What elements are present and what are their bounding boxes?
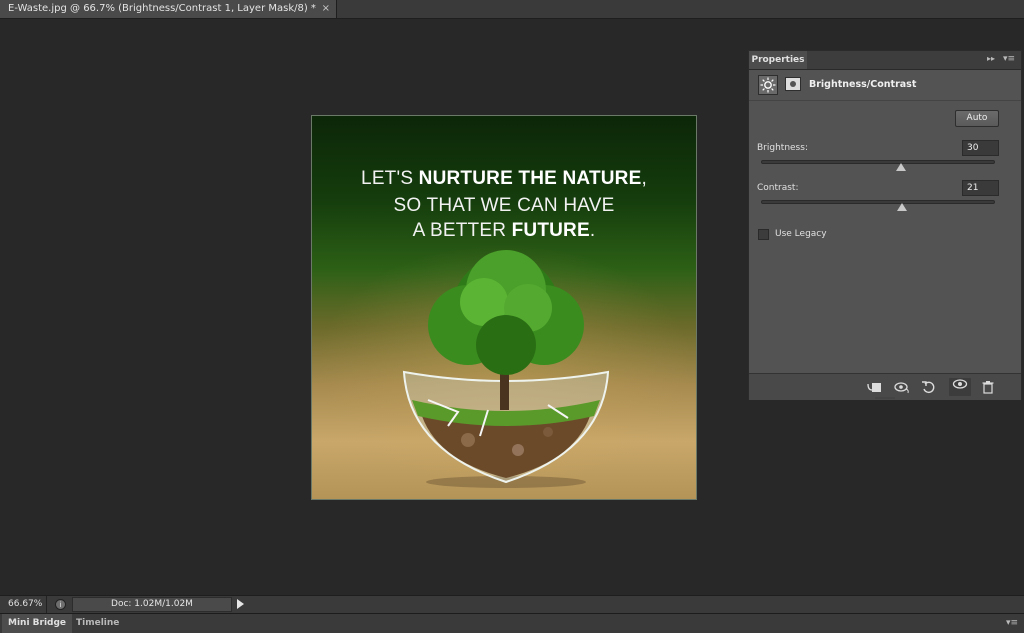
status-info-icon[interactable]: i <box>55 599 66 610</box>
headline-line-2: SO THAT WE CAN HAVE <box>393 195 615 216</box>
close-tab-icon[interactable]: × <box>322 0 330 18</box>
auto-button[interactable]: Auto <box>955 110 999 127</box>
contrast-input[interactable]: 21 <box>962 180 999 196</box>
properties-panel-header: Properties ▸▸ ▾≡ <box>749 51 1021 70</box>
collapse-panel-icon[interactable]: ▸▸ <box>987 54 995 63</box>
trash-icon[interactable] <box>980 380 996 394</box>
panel-menu-icon[interactable]: ▾≡ <box>1006 618 1018 628</box>
use-legacy-checkbox[interactable] <box>758 229 769 240</box>
use-legacy-label: Use Legacy <box>775 229 827 239</box>
document-tab-title: E-Waste.jpg @ 66.7% (Brightness/Contrast… <box>8 3 316 14</box>
status-bar: 66.67% i Doc: 1.02M/1.02M <box>0 595 1024 613</box>
status-menu-arrow-icon[interactable] <box>237 599 244 609</box>
panel-menu-icon[interactable]: ▾≡ <box>1003 54 1015 64</box>
panel-resize-grip[interactable] <box>875 397 895 399</box>
tab-mini-bridge[interactable]: Mini Bridge <box>2 614 73 633</box>
divider <box>46 596 47 613</box>
adjustment-title-bar: Brightness/Contrast <box>749 70 1021 101</box>
document-canvas[interactable]: LET'S NURTURE THE NATURE, SO THAT WE CAN… <box>311 115 697 500</box>
headline-line-1: LET'S NURTURE THE NATURE, <box>361 168 647 189</box>
tree-in-glass-bowl-illustration <box>402 250 610 488</box>
visibility-eye-icon[interactable] <box>949 378 971 396</box>
layer-mask-icon[interactable] <box>785 77 801 91</box>
reset-icon[interactable] <box>921 380 937 394</box>
contrast-slider[interactable] <box>761 200 995 204</box>
zoom-level[interactable]: 66.67% <box>8 596 42 613</box>
headline-line-3: A BETTER FUTURE. <box>412 220 596 241</box>
document-tab-bar: E-Waste.jpg @ 66.7% (Brightness/Contrast… <box>0 0 1024 19</box>
brightness-label: Brightness: <box>757 143 808 153</box>
properties-panel: Properties ▸▸ ▾≡ Brightness/Contrast Aut… <box>748 50 1022 400</box>
view-previous-state-icon[interactable] <box>894 380 910 394</box>
brightness-input[interactable]: 30 <box>962 140 999 156</box>
tab-timeline[interactable]: Timeline <box>70 614 125 633</box>
brightness-slider-thumb[interactable] <box>896 163 906 171</box>
clip-to-layer-icon[interactable] <box>866 380 882 394</box>
document-size-info[interactable]: Doc: 1.02M/1.02M <box>72 597 232 612</box>
brightness-slider[interactable] <box>761 160 995 164</box>
properties-footer <box>749 373 1021 400</box>
contrast-label: Contrast: <box>757 183 799 193</box>
bottom-panel-tabs: Mini Bridge Timeline ▾≡ <box>0 613 1024 633</box>
document-tab[interactable]: E-Waste.jpg @ 66.7% (Brightness/Contrast… <box>0 0 337 18</box>
sun-icon[interactable] <box>758 75 778 95</box>
adjustment-title: Brightness/Contrast <box>809 79 917 90</box>
properties-tab[interactable]: Properties <box>749 51 807 69</box>
contrast-slider-thumb[interactable] <box>897 203 907 211</box>
